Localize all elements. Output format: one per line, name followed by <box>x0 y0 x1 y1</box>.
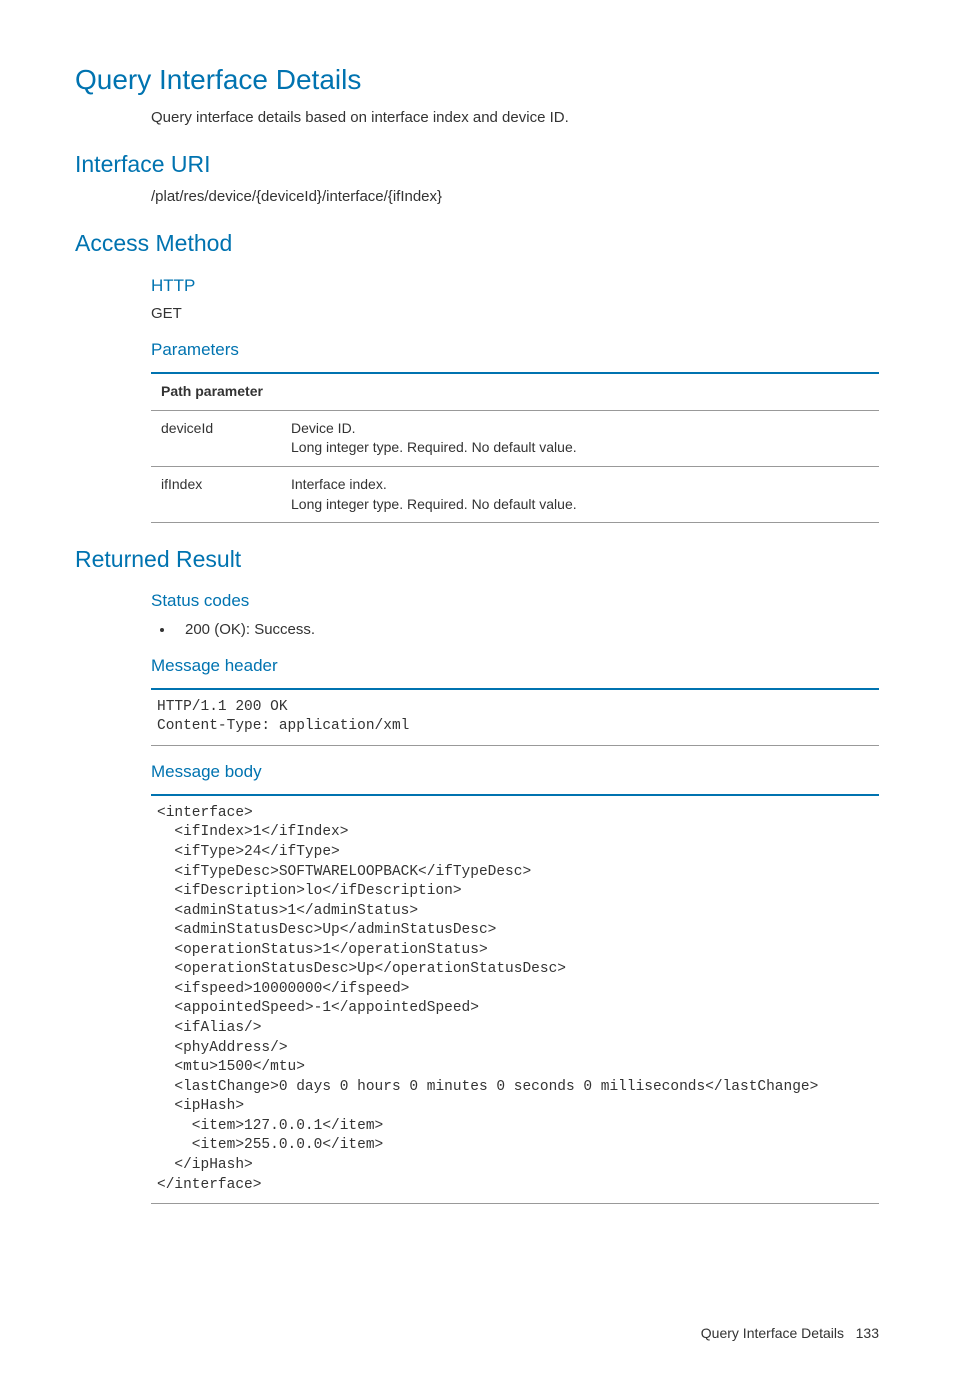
param-name: deviceId <box>151 410 281 466</box>
param-name: ifIndex <box>151 466 281 522</box>
table-header: Path parameter <box>151 373 879 410</box>
interface-uri-value: /plat/res/device/{deviceId}/interface/{i… <box>151 186 879 207</box>
message-body-label: Message body <box>151 760 879 784</box>
parameters-table: Path parameter deviceId Device ID. Long … <box>151 372 879 523</box>
status-codes-label: Status codes <box>151 589 879 613</box>
message-header-code: HTTP/1.1 200 OK Content-Type: applicatio… <box>151 688 879 746</box>
message-header-label: Message header <box>151 654 879 678</box>
status-codes-list: 200 (OK): Success. <box>151 619 879 640</box>
access-method-heading: Access Method <box>75 227 879 259</box>
returned-result-heading: Returned Result <box>75 543 879 575</box>
parameters-label: Parameters <box>151 338 879 362</box>
message-body-code: <interface> <ifIndex>1</ifIndex> <ifType… <box>151 794 879 1204</box>
table-row: ifIndex Interface index. Long integer ty… <box>151 466 879 522</box>
page-footer: Query Interface Details 133 <box>75 1324 879 1344</box>
table-row: deviceId Device ID. Long integer type. R… <box>151 410 879 466</box>
list-item: 200 (OK): Success. <box>175 619 879 640</box>
footer-page: 133 <box>856 1325 879 1341</box>
param-desc: Device ID. Long integer type. Required. … <box>281 410 879 466</box>
footer-label: Query Interface Details <box>701 1325 844 1341</box>
http-method-value: GET <box>151 303 879 324</box>
http-label: HTTP <box>151 274 879 298</box>
param-desc: Interface index. Long integer type. Requ… <box>281 466 879 522</box>
page-description: Query interface details based on interfa… <box>151 107 879 128</box>
page-title: Query Interface Details <box>75 60 879 99</box>
interface-uri-heading: Interface URI <box>75 148 879 180</box>
